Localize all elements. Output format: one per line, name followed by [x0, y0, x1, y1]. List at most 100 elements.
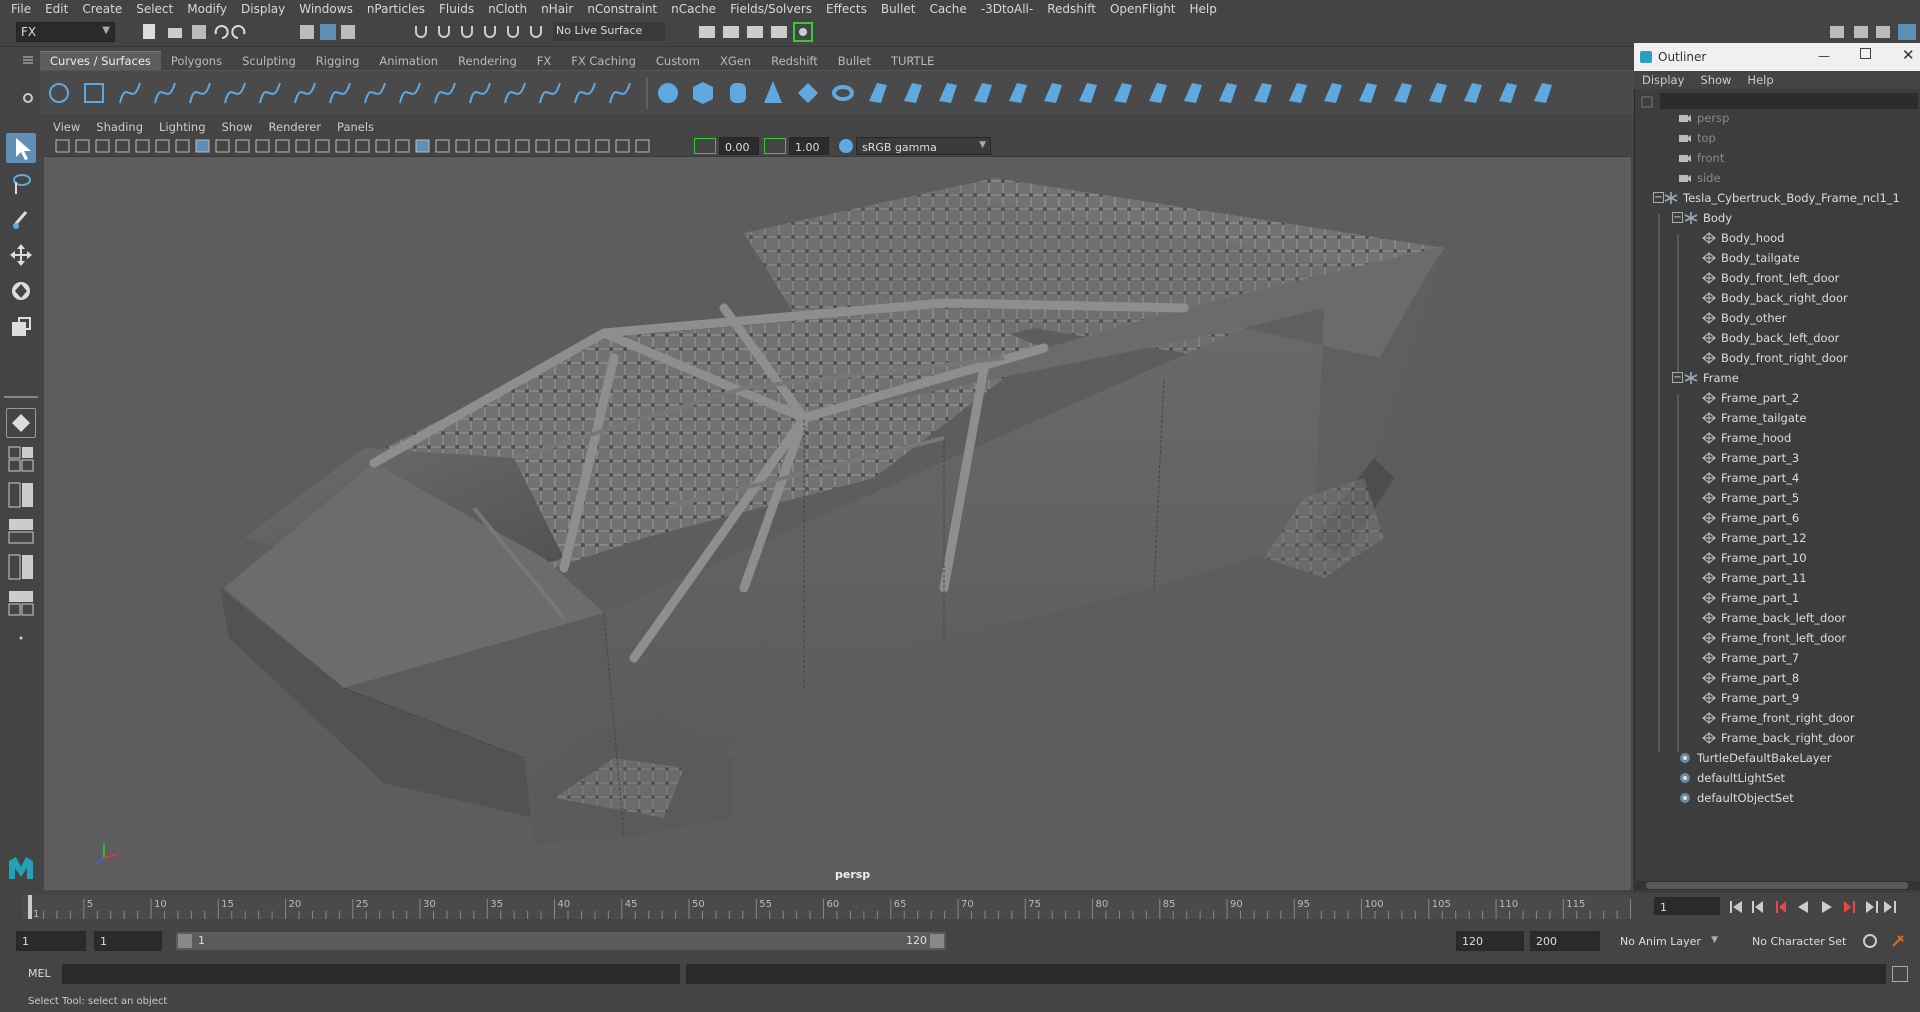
- anim-layer-dropdown[interactable]: No Anim Layer ▼: [1620, 931, 1720, 951]
- move-tool-icon[interactable]: [6, 240, 36, 270]
- panel-tool-icons[interactable]: [52, 136, 662, 157]
- shelf-menu-icon[interactable]: [22, 54, 34, 66]
- shelf-sphere-tool-icon[interactable]: [658, 83, 678, 103]
- shelf-surf-tool-icon[interactable]: [974, 83, 992, 103]
- current-frame-field[interactable]: 1: [1654, 897, 1720, 915]
- outliner-item-body-back-left-door[interactable]: Body_back_left_door: [1702, 328, 1839, 348]
- shelf-tab-custom[interactable]: Custom: [646, 52, 710, 70]
- shelf-curve-tool-icon[interactable]: [154, 82, 176, 104]
- shelf-surf-tool-icon[interactable]: [1009, 83, 1027, 103]
- shelf-cylinder-tool-icon[interactable]: [730, 83, 746, 103]
- panel-toolbar-icon[interactable]: [575, 139, 590, 153]
- menu-openflight[interactable]: OpenFlight: [1105, 2, 1185, 16]
- panel-menu-lighting[interactable]: Lighting: [150, 120, 212, 134]
- panel-toolbar-icon[interactable]: [475, 139, 490, 153]
- outliner-menu-display[interactable]: Display: [1634, 73, 1692, 87]
- panel-toolbar-icon[interactable]: [155, 139, 170, 153]
- shelf-tab-fx-caching[interactable]: FX Caching: [561, 52, 646, 70]
- outliner-item-frame-part-11[interactable]: Frame_part_11: [1702, 568, 1807, 588]
- outliner-item-frame-hood[interactable]: Frame_hood: [1702, 428, 1791, 448]
- menu-modify[interactable]: Modify: [182, 2, 236, 16]
- menu-fluids[interactable]: Fluids: [434, 2, 483, 16]
- menu-windows[interactable]: Windows: [294, 2, 362, 16]
- character-set-dropdown[interactable]: No Character Set: [1752, 931, 1862, 951]
- paint-select-tool-icon[interactable]: [6, 204, 36, 234]
- outliner-hscrollbar[interactable]: [1636, 881, 1920, 890]
- shelf-curve-tool-icon[interactable]: [224, 82, 246, 104]
- shelf-surf-tool-icon[interactable]: [1079, 83, 1097, 103]
- outliner-item-body-front-left-door[interactable]: Body_front_left_door: [1702, 268, 1839, 288]
- shelf-surf-tool-icon[interactable]: [904, 83, 922, 103]
- panel-toolbar-icon[interactable]: [555, 139, 570, 153]
- outliner-item-turtledefaultbakelayer[interactable]: TurtleDefaultBakeLayer: [1678, 748, 1831, 768]
- shelf-curve-tool-icon[interactable]: [119, 82, 141, 104]
- shelf-tab-turtle[interactable]: TURTLE: [881, 52, 944, 70]
- panel-toolbar-icon[interactable]: [75, 139, 90, 153]
- shelf-surf-tool-icon[interactable]: [939, 83, 957, 103]
- menu-set-selector[interactable]: FX ▼: [16, 22, 115, 42]
- shelf-plane-tool-icon[interactable]: [798, 83, 818, 103]
- exposure-icon[interactable]: [694, 138, 716, 154]
- outliner-search-input[interactable]: [1660, 93, 1918, 109]
- shelf-surf-tool-icon[interactable]: [869, 83, 887, 103]
- menu-bullet[interactable]: Bullet: [876, 2, 925, 16]
- panel-menu-renderer[interactable]: Renderer: [260, 120, 329, 134]
- selection-mask-buttons[interactable]: [298, 22, 358, 42]
- outliner-item-frame-front-right-door[interactable]: Frame_front_right_door: [1702, 708, 1855, 728]
- shelf-curve-tool-icon[interactable]: [259, 82, 281, 104]
- menu-ncache[interactable]: nCache: [666, 2, 725, 16]
- shelf-surf-tool-icon[interactable]: [1324, 83, 1342, 103]
- current-time-marker[interactable]: [28, 895, 32, 919]
- close-icon[interactable]: ✕: [1902, 46, 1915, 64]
- outliner-item-body-tailgate[interactable]: Body_tailgate: [1702, 248, 1800, 268]
- select-tool-icon[interactable]: [6, 133, 36, 163]
- playback-end-field[interactable]: 120: [1456, 931, 1524, 951]
- outliner-item-frame-part-3[interactable]: Frame_part_3: [1702, 448, 1799, 468]
- shelf-curve-tool-icon[interactable]: [399, 82, 421, 104]
- outliner-item-body-front-right-door[interactable]: Body_front_right_door: [1702, 348, 1848, 368]
- panel-toolbar-icon[interactable]: [315, 139, 330, 153]
- panel-toolbar-icon[interactable]: [495, 139, 510, 153]
- color-space-dropdown[interactable]: sRGB gamma ▼: [856, 137, 991, 155]
- shelf-surf-tool-icon[interactable]: [1429, 83, 1447, 103]
- outliner-item-frame-part-4[interactable]: Frame_part_4: [1702, 468, 1799, 488]
- live-surface-field[interactable]: No Live Surface: [553, 22, 665, 41]
- shelf-tab-bullet[interactable]: Bullet: [828, 52, 881, 70]
- shelf-surf-tool-icon[interactable]: [1289, 83, 1307, 103]
- panel-menu-show[interactable]: Show: [213, 120, 260, 134]
- shelf-torus-tool-icon[interactable]: [832, 85, 854, 101]
- panel-toolbar-icon[interactable]: [295, 139, 310, 153]
- outliner-item-frame-back-right-door[interactable]: Frame_back_right_door: [1702, 728, 1855, 748]
- shelf-curve-tool-icon[interactable]: [539, 82, 561, 104]
- outliner-item-frame-part-6[interactable]: Frame_part_6: [1702, 508, 1799, 528]
- outliner-item-camera-front[interactable]: front: [1678, 148, 1724, 168]
- shelf-tab-fx[interactable]: FX: [527, 52, 562, 70]
- toolbox-expand-icon[interactable]: [6, 623, 36, 653]
- graph-layout-icon[interactable]: [6, 588, 36, 618]
- menu-edit[interactable]: Edit: [40, 2, 77, 16]
- outliner-item-frame-tailgate[interactable]: Frame_tailgate: [1702, 408, 1806, 428]
- outliner-item-frame-part-12[interactable]: Frame_part_12: [1702, 528, 1807, 548]
- panel-toolbar-icon[interactable]: [275, 139, 290, 153]
- panel-toolbar-icon[interactable]: [95, 139, 110, 153]
- playback-controls[interactable]: [1728, 897, 1898, 917]
- outliner-item-frame-front-left-door[interactable]: Frame_front_left_door: [1702, 628, 1846, 648]
- outliner-item-body-back-right-door[interactable]: Body_back_right_door: [1702, 288, 1848, 308]
- panel-toolbar-icon[interactable]: [115, 139, 130, 153]
- outliner-item-frame-part-10[interactable]: Frame_part_10: [1702, 548, 1807, 568]
- panel-toolbar-icon[interactable]: [235, 139, 250, 153]
- panel-toolbar-icon[interactable]: [595, 139, 610, 153]
- maximize-icon[interactable]: [1860, 48, 1871, 59]
- menu-ncloth[interactable]: nCloth: [483, 2, 536, 16]
- shelf-tab-curves-surfaces[interactable]: Curves / Surfaces: [40, 51, 161, 70]
- panel-toolbar-icon[interactable]: [435, 139, 450, 153]
- playback-start-field[interactable]: 1: [94, 931, 162, 951]
- menu-cache[interactable]: Cache: [924, 2, 975, 16]
- outliner-item-camera-persp[interactable]: persp: [1678, 108, 1729, 128]
- panel-toolbar-icon[interactable]: [395, 139, 410, 153]
- shelf-circle-tool-icon[interactable]: [49, 83, 69, 103]
- outliner-item-camera-top[interactable]: top: [1678, 128, 1716, 148]
- outliner-scroll-thumb[interactable]: [1646, 882, 1908, 889]
- panel-toolbar-icon[interactable]: [195, 139, 210, 153]
- shelf-surf-tool-icon[interactable]: [1184, 83, 1202, 103]
